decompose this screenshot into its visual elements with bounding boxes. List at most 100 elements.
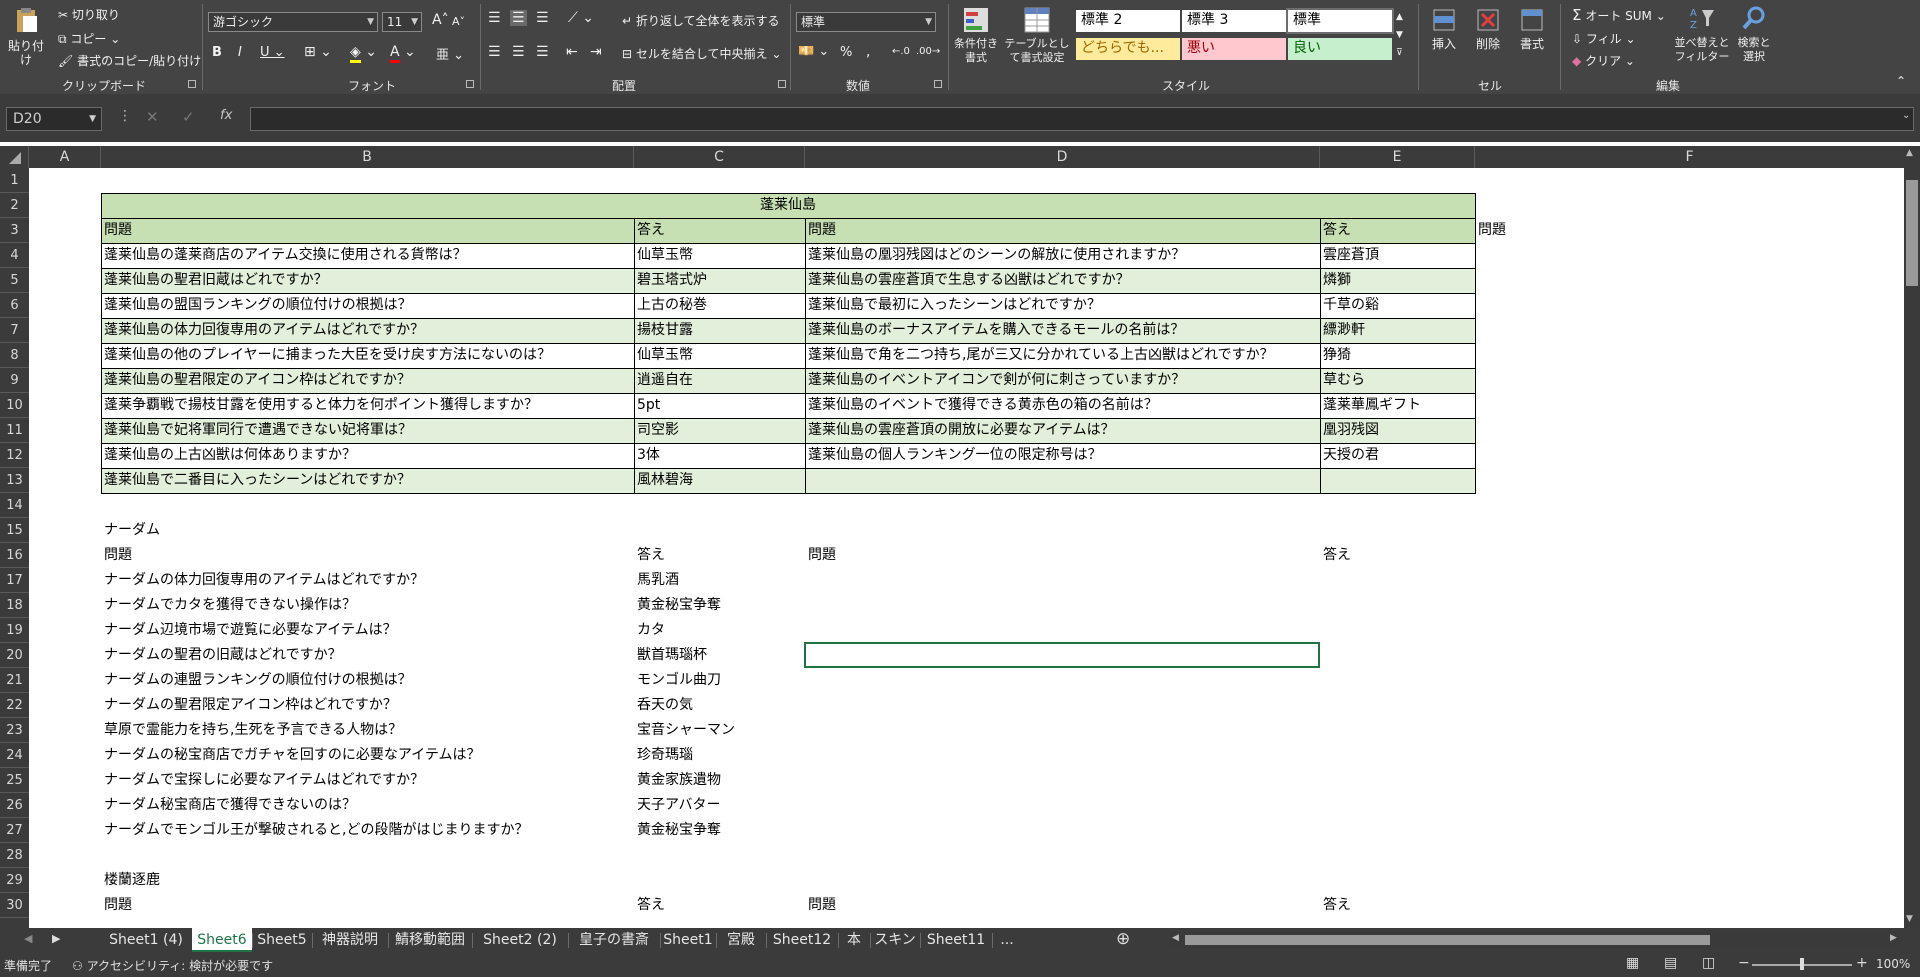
collapse-ribbon-button[interactable]: ⌃ — [1896, 74, 1906, 88]
question-cell[interactable]: ナーダムの連盟ランキングの順位付けの根拠は？ — [101, 668, 634, 693]
row-header[interactable]: 25 — [0, 768, 29, 793]
row-header[interactable]: 22 — [0, 693, 29, 718]
style-normal[interactable]: 標準 — [1286, 8, 1394, 34]
question-cell[interactable]: 蓬莱仙島の体力回復専用のアイテムはどれですか？ — [101, 318, 634, 343]
answer-cell[interactable]: 雲座蒼頂 — [1320, 243, 1475, 268]
sheet-tab[interactable]: 本 — [838, 928, 870, 952]
sheet-tab[interactable]: Sheet6 — [192, 928, 252, 952]
style-normal-2[interactable]: 標準 2 — [1076, 10, 1180, 32]
answer-cell[interactable]: 凰羽残図 — [1320, 418, 1475, 443]
answer-cell[interactable]: 天授の君 — [1320, 443, 1475, 468]
sheet-tab[interactable]: スキン — [870, 928, 920, 952]
answer-cell[interactable] — [1320, 468, 1475, 493]
row-header[interactable]: 4 — [0, 243, 29, 268]
grow-font-button[interactable]: A˄ — [432, 12, 449, 28]
sheet-tab[interactable]: 皇子の書斎 — [568, 928, 660, 952]
question-cell[interactable]: ナーダムで宝探しに必要なアイテムはどれですか？ — [101, 768, 634, 793]
row-header[interactable]: 1 — [0, 168, 29, 193]
page-break-view-button[interactable]: ◫ — [1702, 955, 1715, 971]
row-header[interactable]: 21 — [0, 668, 29, 693]
normal-view-button[interactable]: ▦ — [1626, 955, 1639, 971]
row-header[interactable]: 29 — [0, 868, 29, 893]
question-cell[interactable]: 蓬莱仙島の凰羽残図はどのシーンの解放に使用されますか？ — [805, 243, 1320, 268]
sheet-tab[interactable]: 宮殿 — [716, 928, 766, 952]
increase-indent-button[interactable]: ⇥ — [590, 44, 602, 60]
question-cell[interactable]: ナーダム辺境市場で遊覧に必要なアイテムは？ — [101, 618, 634, 643]
align-center-button[interactable]: ☰ — [512, 44, 525, 60]
answer-cell[interactable]: 黄金秘宝争奪 — [634, 593, 805, 618]
question-cell[interactable]: 蓬莱仙島のボーナスアイテムを購入できるモールの名前は？ — [805, 318, 1320, 343]
clipboard-launcher[interactable] — [188, 80, 196, 88]
header-answer-cell[interactable]: 答え — [634, 543, 805, 568]
row-header[interactable]: 15 — [0, 518, 29, 543]
question-cell[interactable] — [805, 468, 1320, 493]
select-all-corner[interactable] — [0, 146, 29, 168]
column-header-b[interactable]: B — [101, 146, 634, 168]
row-header[interactable]: 27 — [0, 818, 29, 843]
header-question-cell[interactable]: 問題 — [1475, 218, 1506, 243]
header-answer-cell[interactable]: 答え — [634, 218, 805, 243]
enter-icon[interactable]: ✓ — [182, 108, 195, 126]
answer-cell[interactable]: 馬乳酒 — [634, 568, 805, 593]
row-header[interactable]: 30 — [0, 893, 29, 918]
scroll-left-icon[interactable]: ◀ — [1172, 933, 1179, 943]
sheet-tab[interactable]: ... — [992, 928, 1022, 952]
answer-cell[interactable]: 燐獅 — [1320, 268, 1475, 293]
insert-function-button[interactable]: fx — [220, 108, 232, 123]
header-question-cell[interactable]: 問題 — [805, 543, 1320, 568]
sheet-tab[interactable]: Sheet11 — [920, 928, 992, 952]
align-bottom-button[interactable]: ☰ — [536, 10, 549, 26]
accessibility-status[interactable]: ⚇ アクセシビリティ: 検討が必要です — [72, 957, 273, 974]
bold-button[interactable]: B — [212, 45, 222, 60]
style-normal-3[interactable]: 標準 3 — [1182, 10, 1286, 32]
row-header[interactable]: 11 — [0, 418, 29, 443]
answer-cell[interactable]: 天子アバター — [634, 793, 805, 818]
question-cell[interactable]: 蓬莱争覇戦で揚枝甘露を使用すると体力を何ポイント獲得しますか？ — [101, 393, 634, 418]
answer-cell[interactable]: モンゴル曲刀 — [634, 668, 805, 693]
font-name-combo[interactable]: 游ゴシック ▼ — [208, 12, 378, 32]
align-left-button[interactable]: ☰ — [488, 44, 501, 60]
answer-cell[interactable]: 蓬莱華鳳ギフト — [1320, 393, 1475, 418]
column-header-d[interactable]: D — [805, 146, 1320, 168]
header-question-cell[interactable]: 問題 — [805, 893, 1320, 918]
answer-cell[interactable]: 仙草玉幣 — [634, 243, 805, 268]
phonetic-button[interactable]: 亜 ⌄ — [436, 44, 464, 63]
question-cell[interactable]: ナーダム秘宝商店で獲得できないのは？ — [101, 793, 634, 818]
sheet-tab[interactable]: 神器説明 — [312, 928, 388, 952]
font-launcher[interactable] — [466, 80, 474, 88]
cancel-icon[interactable]: ✕ — [146, 108, 159, 126]
answer-cell[interactable]: 仙草玉幣 — [634, 343, 805, 368]
scroll-up-icon[interactable]: ▲ — [1906, 148, 1913, 158]
add-sheet-icon[interactable]: ⊕ — [1116, 929, 1130, 949]
answer-cell[interactable]: 黄金秘宝争奪 — [634, 818, 805, 843]
decrease-indent-button[interactable]: ⇤ — [566, 44, 578, 60]
sheet-tab[interactable]: Sheet1 — [660, 928, 716, 952]
merge-center-button[interactable]: ⊟ セルを結合して中央揃え ⌄ — [622, 45, 781, 62]
answer-cell[interactable]: 縹渺軒 — [1320, 318, 1475, 343]
header-question-cell[interactable]: 問題 — [805, 218, 1320, 243]
formula-options-icon[interactable]: ⋮ — [118, 108, 132, 124]
styles-scroll[interactable]: ▲ ▼ ⊽ — [1396, 8, 1403, 62]
column-header-c[interactable]: C — [634, 146, 805, 168]
answer-cell[interactable]: 風林碧海 — [634, 468, 805, 493]
answer-cell[interactable]: 宝音シャーマン — [634, 718, 805, 743]
header-question-cell[interactable]: 問題 — [101, 543, 634, 568]
conditional-format-button[interactable]: 条件付き書式 — [952, 6, 1000, 65]
row-header[interactable]: 6 — [0, 293, 29, 318]
style-bad[interactable]: 悪い — [1182, 38, 1286, 60]
header-answer-cell[interactable]: 答え — [634, 893, 805, 918]
copy-button[interactable]: ⧉ コピー ⌄ — [58, 30, 120, 47]
question-cell[interactable]: 蓬莱仙島のイベントで獲得できる黄赤色の箱の名前は？ — [805, 393, 1320, 418]
expand-formula-icon[interactable]: ⌄ — [1902, 110, 1910, 121]
answer-cell[interactable]: 5pt — [634, 393, 805, 418]
answer-cell[interactable]: 3体 — [634, 443, 805, 468]
question-cell[interactable]: 蓬莱仙島の聖君限定のアイコン枠はどれですか？ — [101, 368, 634, 393]
vertical-scroll-thumb[interactable] — [1906, 180, 1918, 286]
header-question-cell[interactable]: 問題 — [101, 218, 634, 243]
row-header[interactable]: 2 — [0, 193, 29, 218]
answer-cell[interactable]: 獣首瑪瑙杯 — [634, 643, 805, 668]
row-header[interactable]: 13 — [0, 468, 29, 493]
question-cell[interactable]: 蓬莱仙島の蓬莱商店のアイテム交換に使用される貨幣は？ — [101, 243, 634, 268]
number-launcher[interactable] — [934, 80, 942, 88]
row-header[interactable]: 20 — [0, 643, 29, 668]
